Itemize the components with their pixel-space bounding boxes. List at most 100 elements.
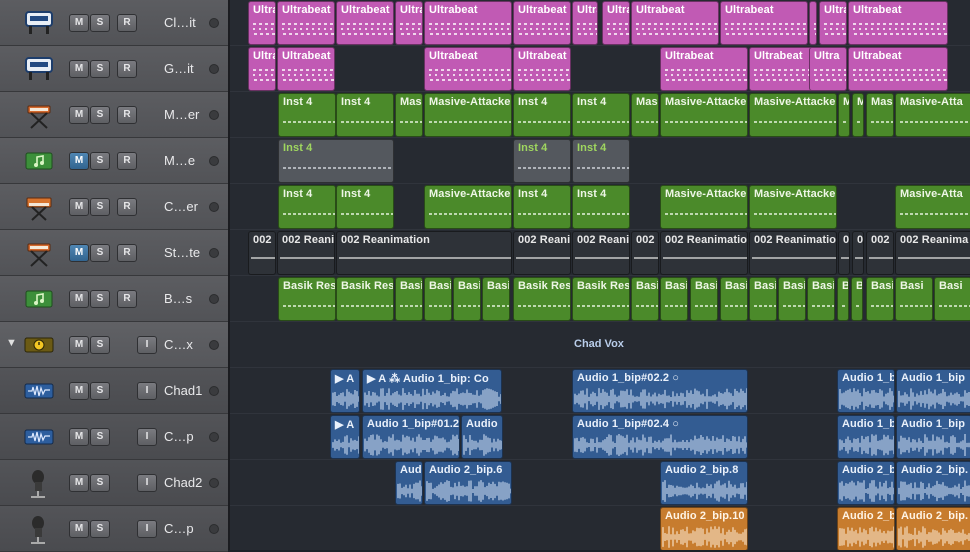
midi-region[interactable]: Basi [482, 277, 510, 321]
audio-region[interactable]: Audio 1_bip [896, 415, 970, 459]
midi-region[interactable]: Inst 4 [278, 93, 336, 137]
midi-region[interactable]: Mas [631, 93, 659, 137]
midi-region[interactable]: 002 Reanimatio [660, 231, 748, 275]
midi-region[interactable]: 0 [838, 231, 850, 275]
midi-region[interactable]: Ultrabeat [572, 1, 598, 45]
record-enable-button[interactable]: R [117, 60, 137, 78]
mute-button[interactable]: M [69, 336, 89, 354]
midi-region[interactable]: 002 Reanima [895, 231, 970, 275]
midi-region[interactable]: Masive-Attacke [660, 185, 748, 229]
midi-region[interactable]: Ultra [248, 47, 276, 91]
audio-region[interactable]: Audi [395, 461, 423, 505]
solo-button[interactable]: S [90, 106, 110, 124]
midi-region[interactable]: Basi [778, 277, 806, 321]
track-lane[interactable]: Ultra Ultrabeat Ultrabeat Ultra Ultrabeat Ult… [230, 0, 970, 46]
midi-region[interactable]: Ultrabeat [336, 1, 394, 45]
track-lane[interactable]: Inst 4 Inst 4 Masive-Attacke Inst 4 Inst 4 Ma… [230, 184, 970, 230]
mute-button[interactable]: M [69, 198, 89, 216]
midi-region[interactable]: Basi [720, 277, 748, 321]
solo-button[interactable]: S [90, 336, 110, 354]
midi-region[interactable]: Inst 4 [513, 139, 571, 183]
midi-region[interactable]: 002 Reanimatio [749, 231, 837, 275]
track-header[interactable]: M S I C…p [0, 414, 228, 460]
midi-region[interactable]: B [837, 277, 849, 321]
mute-button[interactable]: M [69, 290, 89, 308]
input-monitor-button[interactable]: I [137, 336, 157, 354]
track-lane[interactable]: Basik Res Basik Res Basi Basi Basi Basi Basik … [230, 276, 970, 322]
mute-button[interactable]: M [69, 152, 89, 170]
track-lane[interactable] [230, 322, 970, 368]
midi-region[interactable]: Basi [934, 277, 970, 321]
record-enable-button[interactable]: R [117, 106, 137, 124]
midi-region[interactable]: Ultra [809, 47, 847, 91]
audio-region[interactable]: Audio [461, 415, 503, 459]
input-monitor-button[interactable]: I [137, 428, 157, 446]
audio-region[interactable]: ▶ A [330, 369, 360, 413]
audio-region[interactable]: Audio 1_bip [896, 369, 970, 413]
midi-region[interactable]: Ultra [248, 1, 276, 45]
midi-region[interactable]: Inst 4 [336, 185, 394, 229]
solo-button[interactable]: S [90, 60, 110, 78]
record-enable-button[interactable]: R [117, 290, 137, 308]
midi-region[interactable]: 002 Re [248, 231, 276, 275]
audio-region[interactable]: Audio 2_b [837, 461, 895, 505]
mute-button[interactable]: M [69, 14, 89, 32]
midi-region[interactable]: Mas [866, 93, 894, 137]
midi-region[interactable]: Inst 4 [513, 93, 571, 137]
audio-region[interactable]: Audio 2_bip. [896, 507, 970, 550]
midi-region[interactable]: Inst 4 [572, 185, 630, 229]
track-lane[interactable]: 002 Re 002 Reani 002 Reanimation 002 Reani 0… [230, 230, 970, 276]
midi-region[interactable]: M [852, 93, 864, 137]
solo-button[interactable]: S [90, 290, 110, 308]
solo-button[interactable]: S [90, 152, 110, 170]
midi-region[interactable]: Inst 4 [278, 185, 336, 229]
midi-region[interactable]: Ultrabeat [513, 1, 571, 45]
midi-region[interactable]: 002 Reani [572, 231, 630, 275]
midi-region[interactable]: Basi [895, 277, 933, 321]
solo-button[interactable]: S [90, 520, 110, 538]
audio-region[interactable]: Audio 2_b [837, 507, 895, 550]
track-header[interactable]: M S I Chad1 [0, 368, 228, 414]
midi-region[interactable]: Mas [395, 93, 423, 137]
midi-region[interactable]: Masive-Attacke [424, 185, 512, 229]
track-header[interactable]: M S R Cl…it [0, 0, 228, 46]
midi-region[interactable]: Basi [866, 277, 894, 321]
disclosure-triangle-icon[interactable]: ▼ [6, 337, 17, 349]
input-monitor-button[interactable]: I [137, 474, 157, 492]
midi-region[interactable]: B [851, 277, 863, 321]
midi-region[interactable]: 002 Reani [513, 231, 571, 275]
midi-region[interactable]: Basik Res [513, 277, 571, 321]
midi-region[interactable]: Ultrabeat [424, 47, 512, 91]
track-header[interactable]: M S R B…s [0, 276, 228, 322]
midi-region[interactable]: Basik Res [572, 277, 630, 321]
midi-region[interactable]: Masive-Atta [895, 93, 970, 137]
midi-region[interactable]: Ultra [819, 1, 847, 45]
midi-region[interactable]: 002 [631, 231, 659, 275]
midi-region[interactable]: Inst 4 [278, 139, 394, 183]
midi-region[interactable]: Ultrabeat [720, 1, 808, 45]
audio-region[interactable]: Audio 2_bip.8 [660, 461, 748, 505]
midi-region[interactable]: Masive-Atta [895, 185, 970, 229]
midi-region[interactable]: Inst 4 [572, 93, 630, 137]
mute-button[interactable]: M [69, 60, 89, 78]
track-header[interactable]: M S R M…e [0, 138, 228, 184]
track-lane[interactable]: Audi Audio 2_bip.6 Audio 2_bip.8 Audio 2_b A… [230, 460, 970, 506]
track-lane[interactable]: ▶ A ▶ A ⁂ Audio 1_bip: Co Audio 1_bip#02.2… [230, 368, 970, 414]
record-enable-button[interactable]: R [117, 14, 137, 32]
midi-region[interactable]: 002 Reanimation [336, 231, 512, 275]
midi-region[interactable]: Basi [453, 277, 481, 321]
solo-button[interactable]: S [90, 198, 110, 216]
midi-region[interactable]: Ultrabeat [424, 1, 512, 45]
audio-region[interactable]: Audio 2_bip. [896, 461, 970, 505]
midi-region[interactable] [809, 1, 817, 45]
midi-region[interactable]: Basi [395, 277, 423, 321]
mute-button[interactable]: M [69, 520, 89, 538]
midi-region[interactable]: M [838, 93, 850, 137]
record-enable-button[interactable]: R [117, 244, 137, 262]
audio-region[interactable]: Audio 1_b [837, 369, 895, 413]
midi-region[interactable]: Basik Res [336, 277, 394, 321]
midi-region[interactable]: Basi [660, 277, 688, 321]
mute-button[interactable]: M [69, 244, 89, 262]
record-enable-button[interactable]: R [117, 152, 137, 170]
mute-button[interactable]: M [69, 382, 89, 400]
